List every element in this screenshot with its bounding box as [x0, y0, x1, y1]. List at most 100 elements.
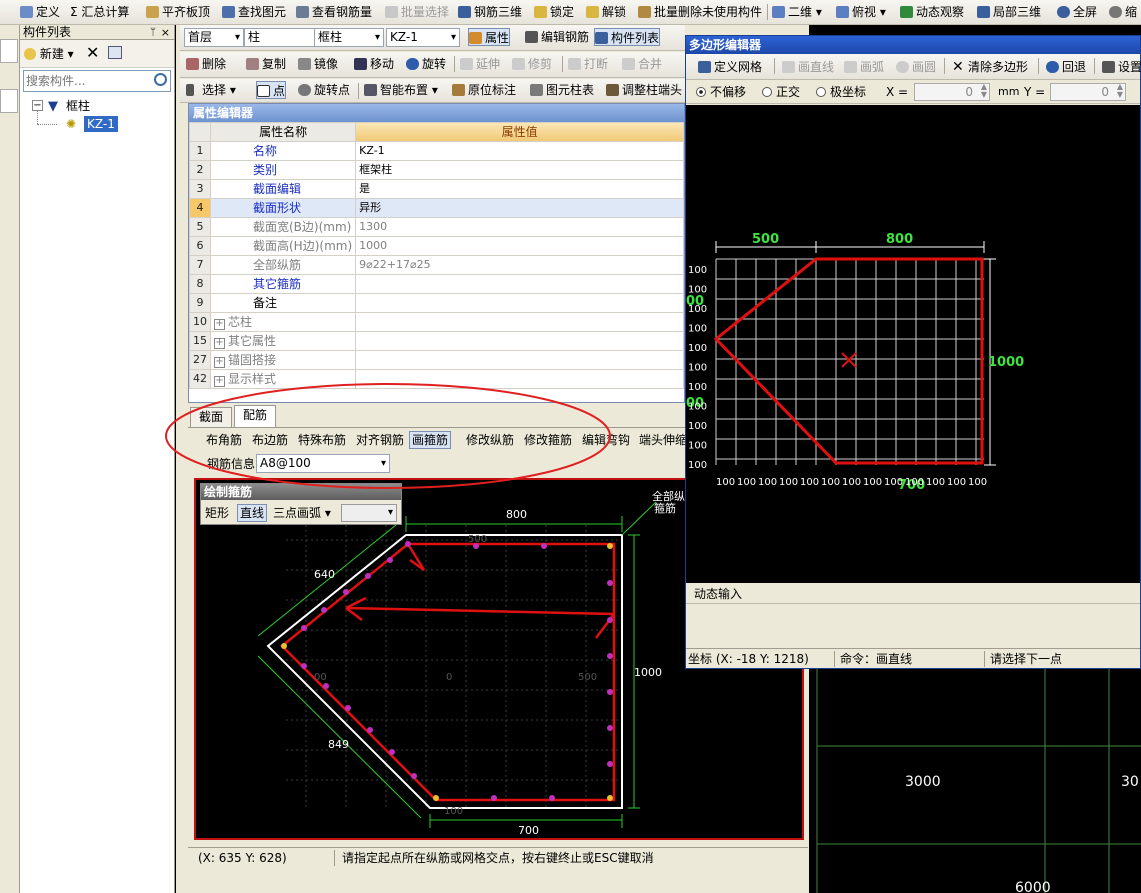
- property-value[interactable]: [355, 274, 684, 294]
- find-element-button[interactable]: 查找图元: [222, 3, 286, 21]
- select-dropdown[interactable]: 选择 ▾: [186, 81, 236, 99]
- unlock-button[interactable]: 解锁: [586, 3, 626, 21]
- column-table-button[interactable]: 图元柱表: [530, 81, 594, 99]
- spin-icon[interactable]: ▲ ▼: [981, 83, 987, 99]
- collapse-icon[interactable]: −: [32, 100, 43, 111]
- spin-icon[interactable]: ▲ ▼: [1117, 83, 1123, 99]
- subtype-select[interactable]: 框柱: [314, 28, 384, 47]
- lock-button[interactable]: 锁定: [534, 3, 574, 21]
- special-rebar-button[interactable]: 特殊布筋: [298, 430, 346, 450]
- corner-rebar-button[interactable]: 布角筋: [206, 430, 242, 450]
- expand-icon[interactable]: +: [214, 357, 225, 368]
- merge-button[interactable]: 合并: [622, 55, 662, 73]
- pin-icon[interactable]: ᛘ: [150, 25, 156, 40]
- draw-circle-button[interactable]: 画圆: [896, 58, 936, 76]
- property-value[interactable]: [355, 312, 684, 332]
- floor-select[interactable]: 首层: [184, 28, 244, 47]
- property-value[interactable]: 1000: [355, 236, 684, 256]
- copy-icon[interactable]: [108, 46, 122, 59]
- properties-button[interactable]: 属性: [468, 28, 511, 46]
- tab-rebar[interactable]: 配筋: [234, 405, 277, 427]
- adjust-column-end-button[interactable]: 调整柱端头: [606, 81, 682, 99]
- tree-node-kz1[interactable]: ✺ KZ-1: [20, 111, 175, 133]
- tab-section[interactable]: 截面: [190, 407, 233, 427]
- edit-rebar-button[interactable]: 编辑钢筋: [525, 28, 589, 46]
- top-view-dropdown[interactable]: 俯视 ▾: [836, 3, 886, 21]
- y-input[interactable]: 0 ▲ ▼: [1050, 83, 1126, 101]
- expand-icon[interactable]: +: [214, 376, 225, 387]
- property-value[interactable]: [355, 293, 684, 313]
- property-row[interactable]: 9 备注: [189, 293, 684, 313]
- expand-icon[interactable]: +: [214, 338, 225, 349]
- extend-button[interactable]: 延伸: [460, 55, 500, 73]
- property-value[interactable]: 是: [355, 179, 684, 199]
- main-drawing-canvas[interactable]: 3000 30 6000: [809, 668, 1141, 893]
- end-extend-button[interactable]: 端头伸缩: [639, 430, 687, 450]
- local-3d-button[interactable]: 局部三维: [977, 3, 1041, 21]
- component-select[interactable]: KZ-1: [386, 28, 460, 47]
- rebar-info-select[interactable]: A8@100: [256, 454, 390, 473]
- x-input[interactable]: 0 ▲ ▼: [914, 83, 990, 101]
- component-list-button[interactable]: 构件列表: [594, 28, 661, 46]
- draw-line-button[interactable]: 画直线: [782, 58, 834, 76]
- polygon-canvas[interactable]: 500 800 1000 700 00 00 100 100 100 100 100 10…: [686, 105, 1140, 583]
- property-row[interactable]: 10 + 芯柱: [189, 312, 684, 332]
- property-value[interactable]: 异形: [355, 198, 684, 218]
- batch-select-button[interactable]: 批量选择: [385, 3, 449, 21]
- property-value[interactable]: [355, 331, 684, 351]
- radio-polar[interactable]: 极坐标: [816, 84, 866, 100]
- dynamic-observe-button[interactable]: 动态观察: [900, 3, 964, 21]
- mirror-button[interactable]: 镜像: [298, 55, 338, 73]
- batch-delete-unused-button[interactable]: 批量删除未使用构件: [638, 3, 762, 21]
- search-icon[interactable]: [154, 73, 167, 86]
- property-value[interactable]: 框架柱: [355, 160, 684, 180]
- search-input[interactable]: [24, 71, 144, 91]
- 2d-dropdown[interactable]: 二维 ▾: [772, 3, 822, 21]
- edit-hook-button[interactable]: 编辑弯钩: [582, 430, 630, 450]
- tree-node-root[interactable]: − ▼ 框柱: [20, 97, 175, 115]
- close-icon[interactable]: ×: [161, 25, 170, 40]
- new-button[interactable]: 新建 ▾: [24, 45, 74, 63]
- dynamic-input-area[interactable]: [686, 603, 1140, 647]
- rebar-3d-button[interactable]: 钢筋三维: [458, 3, 522, 21]
- property-value[interactable]: 9⌀22+17⌀25: [355, 255, 684, 275]
- move-button[interactable]: 移动: [354, 55, 394, 73]
- define-grid-button[interactable]: 定义网格: [698, 58, 762, 76]
- draw-stirrup-button[interactable]: 画箍筋: [409, 431, 452, 449]
- property-value[interactable]: 1300: [355, 217, 684, 237]
- modify-longitudinal-button[interactable]: 修改纵筋: [466, 430, 514, 450]
- rotate-point-button[interactable]: 旋转点: [298, 81, 350, 99]
- copy-button[interactable]: 复制: [246, 55, 286, 73]
- smart-layout-dropdown[interactable]: 智能布置 ▾: [364, 81, 438, 99]
- align-slab-top-button[interactable]: 平齐板顶: [146, 3, 210, 21]
- view-rebar-amount-button[interactable]: 查看钢筋量: [296, 3, 372, 21]
- delete-button[interactable]: 删除: [186, 55, 226, 73]
- undo-button[interactable]: 回退: [1046, 58, 1086, 76]
- clear-polygon-button[interactable]: ✕ 清除多边形: [952, 58, 1028, 76]
- property-row[interactable]: 2 类别 框架柱: [189, 160, 684, 180]
- property-row[interactable]: 7 全部纵筋 9⌀22+17⌀25: [189, 255, 684, 275]
- dynamic-input-tab[interactable]: 动态输入: [690, 585, 746, 603]
- property-row[interactable]: 6 截面高(H边)(mm) 1000: [189, 236, 684, 256]
- property-row[interactable]: 27 + 锚固搭接: [189, 350, 684, 370]
- property-row[interactable]: 8 其它箍筋: [189, 274, 684, 294]
- radio-orthogonal[interactable]: 正交: [762, 84, 800, 100]
- in-situ-mark-button[interactable]: 原位标注: [452, 81, 516, 99]
- modify-stirrup-button[interactable]: 修改箍筋: [524, 430, 572, 450]
- edge-rebar-button[interactable]: 布边筋: [252, 430, 288, 450]
- property-value[interactable]: [355, 350, 684, 370]
- rotate-button[interactable]: 旋转: [406, 55, 446, 73]
- property-row[interactable]: 4 截面形状 异形: [189, 198, 684, 218]
- property-value[interactable]: KZ-1: [355, 141, 684, 161]
- property-row[interactable]: 1 名称 KZ-1: [189, 141, 684, 161]
- property-row[interactable]: 15 + 其它属性: [189, 331, 684, 351]
- align-rebar-button[interactable]: 对齐钢筋: [356, 430, 404, 450]
- sum-calc-button[interactable]: Σ 汇总计算: [70, 3, 129, 21]
- property-row[interactable]: 3 截面编辑是: [189, 179, 684, 199]
- radio-no-offset[interactable]: 不偏移: [696, 84, 746, 100]
- break-button[interactable]: 打断: [568, 55, 608, 73]
- zoom-button[interactable]: 缩: [1109, 3, 1137, 21]
- delete-icon[interactable]: ✕: [86, 44, 99, 62]
- property-row[interactable]: 5 截面宽(B边)(mm) 1300: [189, 217, 684, 237]
- define-button[interactable]: 定义: [20, 3, 60, 21]
